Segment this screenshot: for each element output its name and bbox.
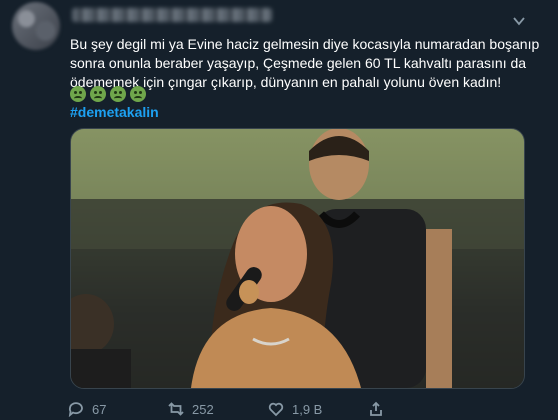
avatar[interactable] [12,2,60,50]
reply-count: 67 [92,401,107,417]
nauseated-face-icon [110,86,126,102]
reply-button[interactable]: 67 [68,401,168,417]
retweet-button[interactable]: 252 [168,401,268,417]
reply-icon [68,402,83,417]
nauseated-face-icon [130,86,146,102]
share-button[interactable] [368,401,468,417]
hashtag-link[interactable]: #demetakalin [70,104,159,120]
retweet-icon [168,402,184,416]
heart-icon [268,402,284,417]
emoji-row [70,86,146,102]
tweet-text-line: sonra onunla beraber yaşayıp, Çeşmede ge… [70,55,527,71]
share-icon [370,401,382,416]
tweet-text-line: Bu şey degil mi ya Evine haciz gelmesin … [70,36,540,52]
nauseated-face-icon [90,86,106,102]
retweet-count: 252 [192,401,214,417]
nauseated-face-icon [70,86,86,102]
like-count: 1,9 B [292,401,323,417]
tweet[interactable]: Bu şey degil mi ya Evine haciz gelmesin … [0,0,558,420]
chevron-down-icon[interactable] [512,14,526,28]
like-button[interactable]: 1,9 B [268,401,368,417]
tweet-photo[interactable] [70,128,525,389]
photo-illustration [71,129,524,388]
tweet-actions: 67 252 1,9 B [68,399,508,419]
tweet-text: Bu şey degil mi ya Evine haciz gelmesin … [70,35,540,92]
blurred-username [72,8,272,22]
